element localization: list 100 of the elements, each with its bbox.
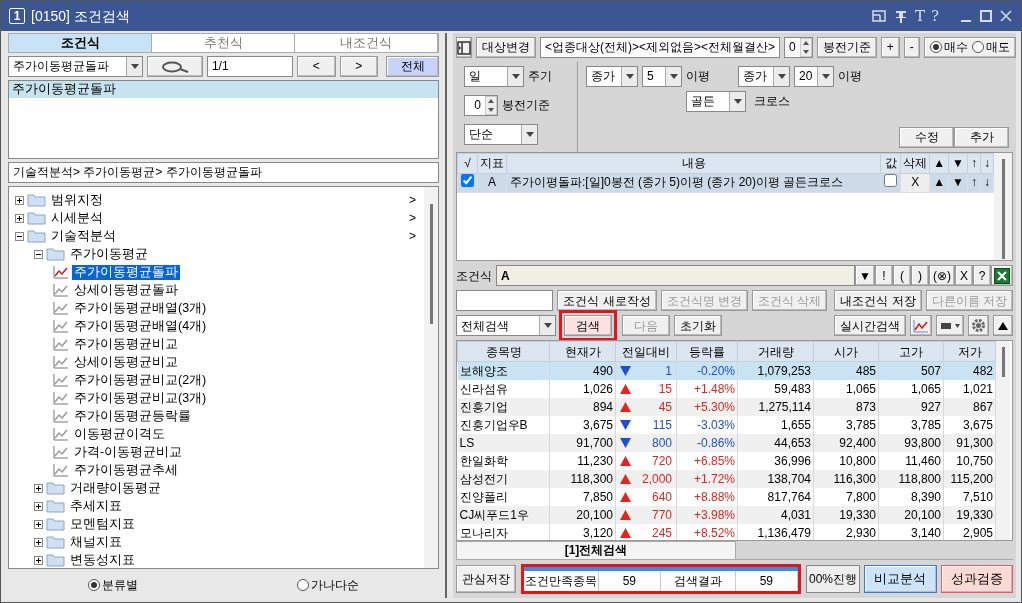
search-button[interactable]: 초기화: [674, 315, 722, 337]
name-field[interactable]: [456, 290, 554, 312]
action-button[interactable]: 비교분석: [864, 565, 937, 593]
chart-button[interactable]: [910, 315, 932, 337]
tree-item[interactable]: 주가이동평균비교(2개): [72, 372, 209, 388]
length-dropdown[interactable]: 20: [794, 66, 834, 87]
ma-type-dropdown[interactable]: 단순: [464, 124, 538, 145]
sort-radio[interactable]: 가나다순: [297, 577, 360, 593]
cross-dropdown[interactable]: 골든: [686, 91, 746, 112]
target-field[interactable]: <업종대상(전체)><제외없음><전체월결산>: [540, 37, 781, 58]
operator-button[interactable]: (⊗): [928, 265, 955, 287]
action-button[interactable]: 조건식 새로작성: [557, 290, 657, 312]
save-button[interactable]: 관심저장: [456, 565, 516, 593]
side-radio[interactable]: 매수: [929, 40, 968, 55]
layout-icon[interactable]: [870, 8, 887, 24]
checkbox[interactable]: [461, 174, 474, 188]
toolbar-button[interactable]: T: [914, 7, 925, 25]
all-button[interactable]: 전체: [386, 56, 439, 77]
expand-icon[interactable]: [15, 195, 24, 205]
list-item[interactable]: 주가이동평균돌파: [9, 81, 438, 98]
checkbox[interactable]: [884, 174, 898, 188]
action-button[interactable]: 성과검증: [940, 565, 1013, 593]
sort-radio[interactable]: 분류별: [87, 577, 138, 593]
realtime-button[interactable]: 실시간검색: [834, 315, 906, 337]
tree-item[interactable]: 변동성지표: [68, 552, 137, 568]
tab[interactable]: 조건식: [9, 34, 152, 52]
target-button[interactable]: 대상변경: [476, 37, 536, 58]
price-dropdown[interactable]: 종가: [738, 66, 790, 87]
panel-button[interactable]: [456, 37, 472, 58]
prev-button[interactable]: <: [296, 56, 336, 77]
chart-icon: [53, 391, 69, 405]
expand-icon[interactable]: [34, 519, 43, 529]
display-button[interactable]: [936, 315, 964, 337]
tree-item[interactable]: 모멘텀지표: [68, 516, 137, 532]
tree-item[interactable]: 상세이동평균돌파: [72, 282, 180, 298]
tree-item[interactable]: 거래량이동평균: [68, 480, 163, 496]
tree-item[interactable]: 이동평균이격도: [72, 426, 167, 442]
toolbar-button[interactable]: ?: [930, 7, 939, 25]
formula-field[interactable]: A: [496, 265, 856, 287]
collapse-button[interactable]: [993, 315, 1013, 337]
tree-item[interactable]: 주가이동평균비교(3개): [72, 390, 209, 406]
move-button[interactable]: ↓: [980, 173, 994, 193]
minus-button[interactable]: -: [903, 37, 920, 58]
scope-dropdown[interactable]: 전체검색: [456, 315, 556, 337]
expand-arrow[interactable]: >: [409, 210, 424, 226]
tree-item[interactable]: 주가이동평균배열(4개): [72, 318, 209, 334]
close-icon[interactable]: [999, 9, 1013, 23]
expand-icon[interactable]: [34, 537, 43, 547]
offset-spinner[interactable]: 0: [784, 37, 813, 58]
tree-item[interactable]: 상세이동평균비교: [72, 354, 180, 370]
tree-item[interactable]: 주가이동평균등락률: [72, 408, 193, 424]
search-button[interactable]: [147, 56, 203, 77]
move-button[interactable]: ▼: [948, 173, 968, 193]
action-button[interactable]: 수정: [899, 126, 954, 148]
tab[interactable]: 추천식: [152, 34, 295, 52]
table-cell: 867: [943, 397, 996, 416]
tree-item[interactable]: 주가이동평균배열(3개): [72, 300, 209, 316]
expand-icon[interactable]: [15, 213, 24, 223]
next-button[interactable]: >: [339, 56, 379, 77]
tree-item[interactable]: 추세지표: [68, 498, 124, 514]
tree-item[interactable]: 가격-이동평균비교: [72, 444, 185, 460]
maximize-icon[interactable]: [979, 9, 993, 23]
scrollbar[interactable]: [424, 187, 438, 568]
tree-item[interactable]: 시세분석: [49, 210, 105, 226]
tree-item[interactable]: 범위지정: [49, 192, 105, 208]
collapse-icon[interactable]: [15, 231, 24, 241]
tree-item[interactable]: 주가이동평균돌파: [72, 264, 180, 280]
offset-spinner[interactable]: 0: [464, 95, 498, 116]
scrollbar[interactable]: [996, 341, 1010, 540]
move-button[interactable]: ↑: [967, 173, 981, 193]
page-field[interactable]: 1/1: [206, 56, 293, 77]
offset-button[interactable]: 봉전기준: [816, 37, 877, 58]
action-button[interactable]: 추가: [954, 126, 1009, 148]
length-dropdown[interactable]: 5: [642, 66, 682, 87]
excel-button[interactable]: [991, 265, 1013, 287]
collapse-icon[interactable]: [34, 249, 43, 259]
expand-icon[interactable]: [34, 483, 43, 493]
formula-dropdown[interactable]: 주가이동평균돌파: [8, 56, 144, 77]
expand-icon[interactable]: [34, 555, 43, 565]
expand-arrow[interactable]: >: [409, 228, 424, 244]
side-radio[interactable]: 매도: [971, 40, 1010, 55]
tree-item[interactable]: 주가이동평균: [68, 246, 150, 262]
operator-button[interactable]: X: [955, 265, 973, 287]
move-button[interactable]: ▲: [929, 173, 949, 193]
expand-icon[interactable]: [34, 501, 43, 511]
tree-item[interactable]: 주가이동평균추세: [72, 462, 180, 478]
scrollbar[interactable]: [994, 152, 1012, 261]
price-dropdown[interactable]: 종가: [586, 66, 638, 87]
tree-item[interactable]: 채널지표: [68, 534, 124, 550]
operator-button[interactable]: ▼: [855, 265, 875, 287]
period-dropdown[interactable]: 일: [464, 66, 524, 87]
action-button[interactable]: 내조건식 저장: [834, 290, 922, 312]
settings-button[interactable]: [968, 315, 989, 337]
tree-item[interactable]: 기술적분석: [49, 228, 118, 244]
chart-icon: [53, 355, 69, 369]
plus-button[interactable]: +: [880, 37, 900, 58]
expand-arrow[interactable]: >: [409, 192, 424, 208]
operator-button[interactable]: ?: [973, 265, 991, 287]
tab[interactable]: 내조건식: [295, 34, 438, 52]
tree-item[interactable]: 주가이동평균비교: [72, 336, 180, 352]
